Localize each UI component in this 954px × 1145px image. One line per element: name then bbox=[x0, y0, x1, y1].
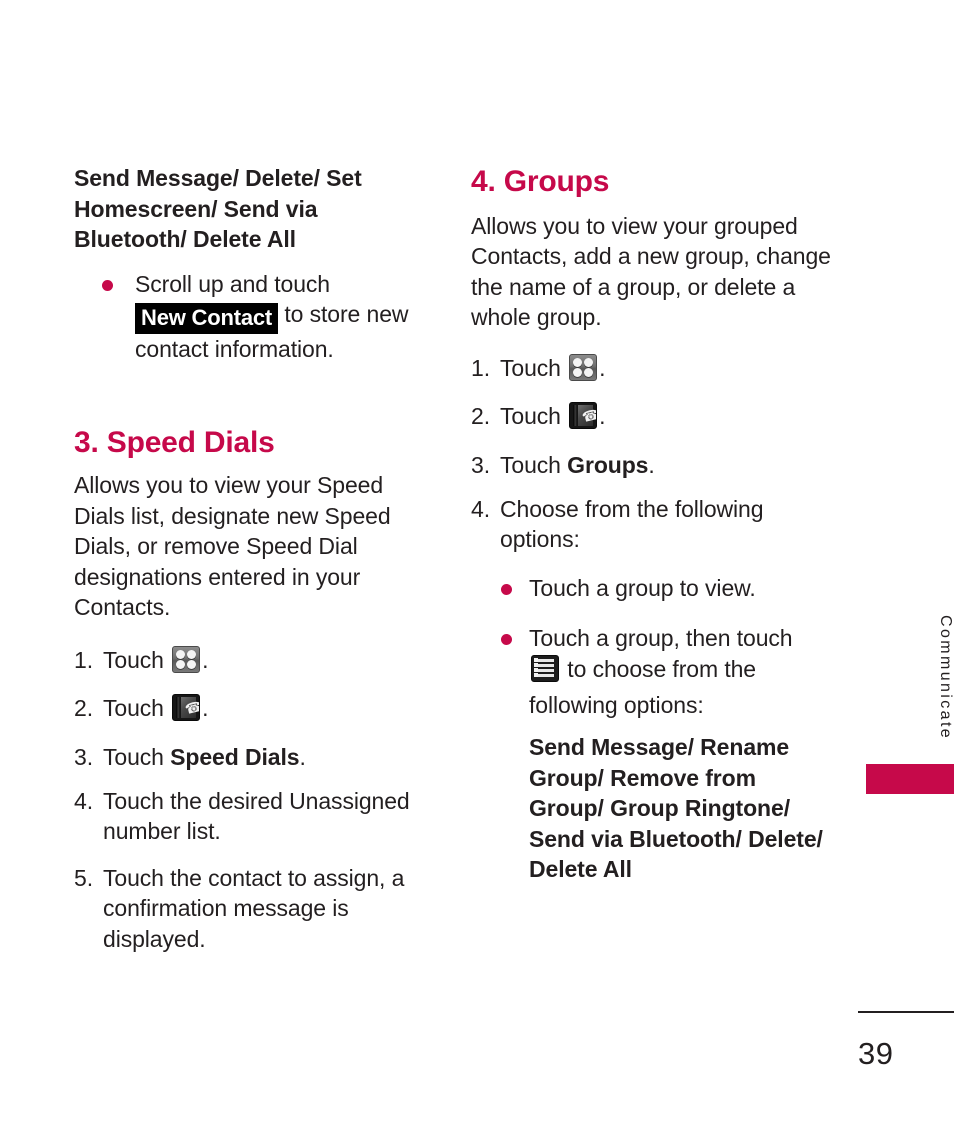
left-column: Send Message/ Delete/ Set Homescreen/ Se… bbox=[74, 163, 426, 968]
bullet-dot-icon bbox=[501, 583, 512, 595]
new-contact-key-chip[interactable]: New Contact bbox=[135, 303, 279, 334]
step-text-before: Touch bbox=[103, 695, 164, 722]
step-text-after: . bbox=[299, 744, 306, 771]
step-item: 2. Touch ☎. bbox=[74, 693, 426, 729]
groups-intro: Allows you to view your grouped Contacts… bbox=[471, 212, 831, 331]
bullet-text: Touch a group to view. bbox=[529, 574, 756, 601]
step-text-after: . bbox=[202, 695, 209, 722]
bullet-text-after: to choose from the following options: bbox=[529, 655, 756, 718]
bullet-dot-icon bbox=[501, 634, 512, 646]
step-number: 4. bbox=[74, 787, 93, 814]
list-item: Scroll up and touch New Contact to store… bbox=[102, 269, 426, 365]
step-number: 4. bbox=[471, 495, 490, 522]
step-text-before: Touch bbox=[103, 744, 164, 771]
step-item: 3. Touch Speed Dials. bbox=[74, 742, 426, 773]
step-item: 4. Choose from the following options: bbox=[471, 494, 831, 555]
contacts-book-icon[interactable]: ☎ bbox=[172, 694, 201, 729]
speed-dials-steps: 1. Touch . 2. Touch ☎. 3. Touch Speed Di… bbox=[74, 645, 426, 955]
step-item: 1. Touch . bbox=[471, 353, 831, 389]
contacts-book-icon[interactable]: ☎ bbox=[569, 402, 598, 437]
step-text-before: Touch bbox=[103, 646, 164, 673]
page-title-groups: 4. Groups bbox=[471, 165, 610, 198]
grid-menu-icon[interactable] bbox=[172, 645, 201, 681]
step-text-after: . bbox=[648, 452, 655, 479]
list-item: Touch a group to view. bbox=[501, 573, 831, 604]
step-number: 5. bbox=[74, 864, 93, 891]
step-text: Touch the desired Unassigned number list… bbox=[103, 787, 410, 845]
step-item: 3. Touch Groups. bbox=[471, 450, 831, 481]
step-text-before: Touch bbox=[500, 354, 561, 381]
step-text-after: . bbox=[599, 354, 606, 381]
step-number: 2. bbox=[471, 403, 490, 430]
step-number: 2. bbox=[74, 695, 93, 722]
page-title-speed-dials: 3. Speed Dials bbox=[74, 426, 275, 460]
step-item: 4. Touch the desired Unassigned number l… bbox=[74, 786, 426, 847]
step-text-before: Touch bbox=[500, 403, 561, 430]
side-tab-marker bbox=[866, 764, 954, 794]
carryover-options-text: Send Message/ Delete/ Set Homescreen/ Se… bbox=[74, 165, 362, 253]
step-text-after: . bbox=[599, 403, 606, 430]
step-text: Touch the contact to assign, a confirmat… bbox=[103, 864, 405, 952]
carryover-bullet-list: Scroll up and touch New Contact to store… bbox=[102, 269, 426, 365]
footer-divider bbox=[858, 1011, 954, 1013]
step-number: 1. bbox=[471, 354, 490, 381]
groups-options-bullets: Touch a group to view. Touch a group, th… bbox=[501, 573, 831, 720]
step-bold-term: Groups bbox=[567, 452, 649, 479]
page-number: 39 bbox=[858, 1036, 894, 1071]
step-number: 3. bbox=[74, 744, 93, 771]
side-tab-chapter-label: Communicate bbox=[937, 615, 954, 741]
step-item: 2. Touch ☎. bbox=[471, 401, 831, 437]
options-list-icon[interactable] bbox=[531, 654, 559, 690]
step-item: 1. Touch . bbox=[74, 645, 426, 681]
step-item: 5. Touch the contact to assign, a confir… bbox=[74, 863, 426, 955]
manual-page: Send Message/ Delete/ Set Homescreen/ Se… bbox=[0, 0, 954, 1145]
bullet-dot-icon bbox=[102, 279, 113, 291]
step-bold-term: Speed Dials bbox=[170, 744, 300, 771]
step-text-before: Touch bbox=[500, 452, 561, 479]
list-item: Touch a group, then touch to choose from… bbox=[501, 623, 831, 720]
step-text-after: . bbox=[202, 646, 209, 673]
groups-options-text: Send Message/ Rename Group/ Remove from … bbox=[529, 734, 823, 883]
step-text: Choose from the following options: bbox=[500, 495, 764, 553]
speed-dials-intro: Allows you to view your Speed Dials list… bbox=[74, 472, 391, 621]
groups-steps: 1. Touch . 2. Touch ☎. 3. Touch Groups. … bbox=[471, 353, 831, 555]
step-number: 3. bbox=[471, 452, 490, 479]
grid-menu-icon[interactable] bbox=[569, 353, 598, 389]
bullet-text-before: Touch a group, then touch bbox=[529, 625, 793, 652]
right-column: 4. Groups Allows you to view your groupe… bbox=[471, 165, 831, 899]
bullet-text-before: Scroll up and touch bbox=[135, 270, 331, 297]
step-number: 1. bbox=[74, 646, 93, 673]
